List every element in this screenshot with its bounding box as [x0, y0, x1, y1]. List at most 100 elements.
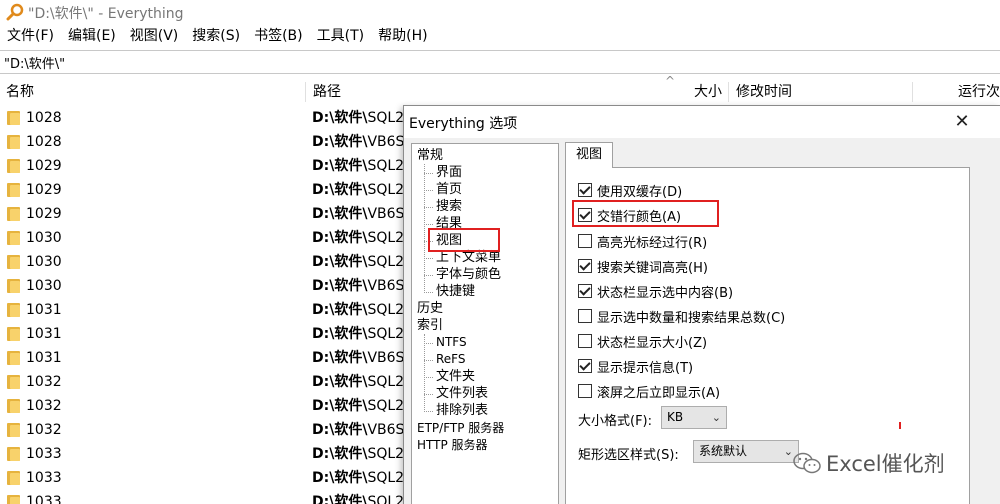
- menu-edit[interactable]: 编辑(E): [61, 24, 123, 48]
- folder-icon: [7, 351, 20, 365]
- tree-connector: [424, 360, 433, 361]
- row-path: D:\软件\VB6S: [312, 274, 404, 298]
- search-input[interactable]: [4, 53, 994, 72]
- column-header-modified[interactable]: 修改时间: [736, 80, 906, 104]
- tree-item-ntfs[interactable]: NTFS: [436, 334, 467, 351]
- menu-bookmarks[interactable]: 书签(B): [247, 24, 310, 48]
- checkbox-show-tooltips[interactable]: [578, 359, 592, 373]
- watermark: Excel催化剂: [792, 448, 1000, 478]
- menu-view[interactable]: 视图(V): [123, 24, 186, 48]
- tree-connector: [424, 394, 433, 395]
- tree-connector: [424, 343, 433, 344]
- row-path: D:\软件\SQL2: [312, 490, 404, 504]
- tree-item-shortcuts[interactable]: 快捷键: [436, 283, 475, 300]
- row-path-rest: VB6S: [367, 134, 404, 150]
- row-path: D:\软件\SQL2: [312, 106, 404, 130]
- column-header-path[interactable]: 路径: [313, 80, 613, 104]
- size-format-select[interactable]: KB ⌄: [661, 406, 727, 429]
- row-path-bold: D:\软件\: [312, 134, 368, 150]
- tab-view[interactable]: 视图: [565, 142, 613, 168]
- tree-item-search[interactable]: 搜索: [436, 198, 462, 215]
- tree-item-etp-ftp-server[interactable]: ETP/FTP 服务器: [417, 420, 504, 437]
- folder-icon: [7, 471, 20, 485]
- checkbox-statusbar-selection[interactable]: [578, 284, 592, 298]
- column-divider[interactable]: [305, 82, 306, 102]
- tree-connector: [424, 292, 433, 293]
- row-path-bold: D:\软件\: [312, 422, 368, 438]
- menu-tools[interactable]: 工具(T): [310, 24, 371, 48]
- tree-item-refs[interactable]: ReFS: [436, 351, 466, 368]
- row-path: D:\软件\SQL2: [312, 394, 404, 418]
- row-path-bold: D:\软件\: [312, 470, 368, 486]
- checkbox-double-buffer[interactable]: [578, 183, 592, 197]
- menu-bar: 文件(F) 编辑(E) 视图(V) 搜索(S) 书签(B) 工具(T) 帮助(H…: [0, 24, 1000, 48]
- window-title: "D:\软件\" - Everything: [28, 6, 184, 22]
- option-show-tooltips[interactable]: 显示提示信息(T): [578, 356, 693, 376]
- tree-item-index[interactable]: 索引: [417, 317, 443, 334]
- option-highlight-hover-row[interactable]: 高亮光标经过行(R): [578, 231, 707, 251]
- option-double-buffer[interactable]: 使用双缓存(D): [578, 180, 682, 200]
- checkbox-highlight-keywords[interactable]: [578, 259, 592, 273]
- checkbox-statusbar-size[interactable]: [578, 334, 592, 348]
- tree-connector: [424, 207, 433, 208]
- row-path-bold: D:\软件\: [312, 206, 368, 222]
- row-name: 1031: [26, 350, 62, 366]
- option-label: 显示选中数量和搜索结果总数(C): [597, 310, 786, 326]
- menu-search[interactable]: 搜索(S): [185, 24, 247, 48]
- tree-item-http-server[interactable]: HTTP 服务器: [417, 437, 488, 454]
- row-path: D:\软件\VB6S: [312, 202, 404, 226]
- row-name: 1032: [26, 422, 62, 438]
- tree-item-general[interactable]: 常规: [417, 147, 443, 164]
- column-header-name[interactable]: 名称: [6, 80, 296, 104]
- folder-icon: [7, 207, 20, 221]
- row-path: D:\软件\VB6S: [312, 418, 404, 442]
- option-statusbar-size[interactable]: 状态栏显示大小(Z): [578, 331, 707, 351]
- row-path: D:\软件\VB6S: [312, 346, 404, 370]
- row-path-rest: SQL2: [367, 302, 404, 318]
- row-name: 1029: [26, 158, 62, 174]
- option-show-after-scroll[interactable]: 滚屏之后立即显示(A): [578, 381, 720, 401]
- menu-file[interactable]: 文件(F): [0, 24, 61, 48]
- option-highlight-keywords[interactable]: 搜索关键词高亮(H): [578, 256, 708, 276]
- checkbox-show-after-scroll[interactable]: [578, 384, 592, 398]
- tree-item-history[interactable]: 历史: [417, 300, 443, 317]
- column-header-run-count[interactable]: 运行次: [920, 80, 1000, 104]
- column-divider[interactable]: [912, 82, 913, 102]
- menu-help[interactable]: 帮助(H): [371, 24, 434, 48]
- option-label: 使用双缓存(D): [597, 184, 683, 200]
- tree-item-ui[interactable]: 界面: [436, 164, 462, 181]
- tree-item-exclude[interactable]: 排除列表: [436, 402, 488, 419]
- option-label: 滚屏之后立即显示(A): [597, 385, 721, 401]
- close-icon[interactable]: ✕: [952, 112, 972, 132]
- checkbox-show-counts[interactable]: [578, 309, 592, 323]
- row-name: 1028: [26, 134, 62, 150]
- rect-select-style-select[interactable]: 系统默认 ⌄: [693, 440, 799, 463]
- size-format-label: 大小格式(F):: [578, 414, 653, 429]
- option-show-counts[interactable]: 显示选中数量和搜索结果总数(C): [578, 306, 785, 326]
- option-statusbar-selection[interactable]: 状态栏显示选中内容(B): [578, 281, 733, 301]
- option-label: 状态栏显示选中内容(B): [597, 285, 734, 301]
- dialog-title: Everything 选项: [409, 116, 518, 132]
- tree-item-folders[interactable]: 文件夹: [436, 368, 475, 385]
- row-path-bold: D:\软件\: [312, 326, 368, 342]
- row-path-rest: SQL2: [367, 254, 404, 270]
- column-header-size[interactable]: 大小: [640, 80, 722, 104]
- tree-item-file-lists[interactable]: 文件列表: [436, 385, 488, 402]
- row-path-bold: D:\软件\: [312, 182, 368, 198]
- folder-icon: [7, 423, 20, 437]
- row-path: D:\软件\SQL2: [312, 226, 404, 250]
- rect-select-value: 系统默认: [699, 444, 748, 458]
- tree-connector: [424, 377, 433, 378]
- row-path-bold: D:\软件\: [312, 230, 368, 246]
- tree-connector: [424, 258, 433, 259]
- row-path-rest: SQL2: [367, 470, 404, 486]
- column-divider[interactable]: [728, 82, 729, 102]
- chevron-down-icon: ⌄: [711, 411, 721, 424]
- row-path: D:\软件\SQL2: [312, 442, 404, 466]
- folder-icon: [7, 159, 20, 173]
- row-path: D:\软件\SQL2: [312, 322, 404, 346]
- checkbox-highlight-hover-row[interactable]: [578, 234, 592, 248]
- tree-item-fonts-colors[interactable]: 字体与颜色: [436, 266, 501, 283]
- row-path-rest: SQL2: [367, 398, 404, 414]
- tree-item-home[interactable]: 首页: [436, 181, 462, 198]
